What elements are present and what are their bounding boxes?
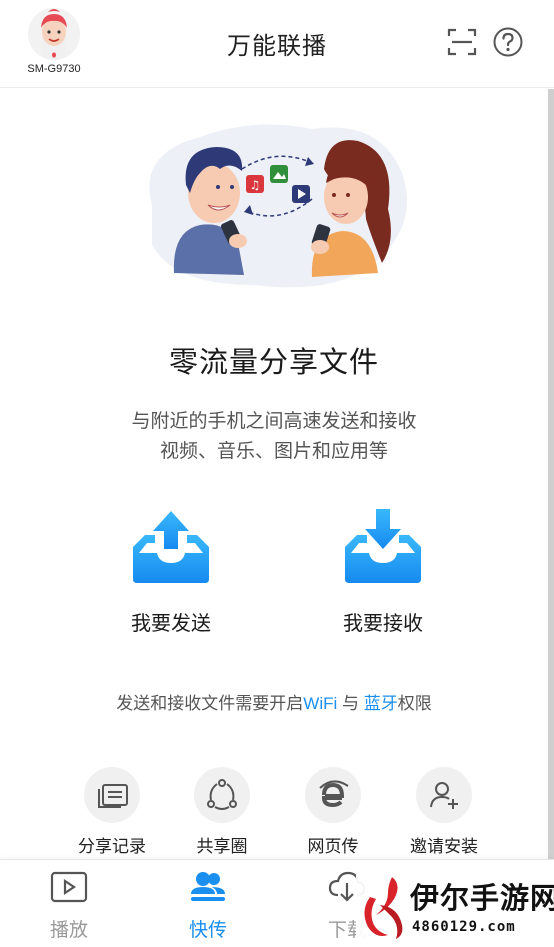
wifi-link[interactable]: WiFi bbox=[303, 694, 337, 713]
watermark-title: 伊尔手游网 bbox=[410, 883, 554, 915]
svg-text:♫: ♫ bbox=[250, 178, 261, 192]
headline: 零流量分享文件 bbox=[168, 347, 379, 379]
scrollbar[interactable] bbox=[548, 89, 554, 859]
watermark: 伊尔手游网 4860129.com bbox=[356, 869, 554, 947]
play-icon bbox=[50, 871, 88, 903]
receive-button[interactable]: 我要接收 bbox=[313, 507, 453, 636]
quick-transfer-icon bbox=[191, 872, 225, 901]
permission-mid: 与 bbox=[337, 694, 364, 713]
nav-item-play[interactable]: 播放 bbox=[19, 870, 119, 942]
description: 与附近的手机之间高速发送和接收 视频、音乐、图片和应用等 bbox=[0, 407, 548, 467]
send-label: 我要发送 bbox=[131, 613, 211, 635]
invite-install-icon bbox=[430, 782, 458, 809]
upload-tray-icon bbox=[133, 511, 209, 583]
top-bar: SM-G9730 万能联播 bbox=[0, 0, 554, 88]
web-transfer-icon bbox=[319, 780, 349, 808]
share-history-button[interactable]: 分享记录 bbox=[62, 767, 162, 857]
nav-label: 快传 bbox=[188, 920, 227, 941]
scan-icon[interactable] bbox=[446, 26, 478, 58]
tool-label: 网页传 bbox=[307, 837, 359, 856]
bluetooth-link[interactable]: 蓝牙 bbox=[364, 694, 398, 713]
send-button[interactable]: 我要发送 bbox=[101, 507, 241, 636]
tool-label: 邀请安装 bbox=[410, 837, 478, 856]
description-line-2: 视频、音乐、图片和应用等 bbox=[159, 441, 388, 462]
invite-install-button[interactable]: 邀请安装 bbox=[394, 767, 494, 857]
watermark-url: 4860129.com bbox=[412, 919, 516, 935]
permission-notice: 发送和接收文件需要开启WiFi 与 蓝牙权限 bbox=[0, 689, 548, 714]
permission-prefix: 发送和接收文件需要开启 bbox=[116, 694, 304, 713]
tool-label: 分享记录 bbox=[78, 837, 146, 856]
watermark-logo-icon bbox=[364, 877, 403, 939]
share-history-icon bbox=[98, 784, 128, 808]
tool-row: 分享记录 共享圈 网页传 邀请安装 bbox=[0, 767, 548, 859]
nav-item-quick-transfer[interactable]: 快传 bbox=[158, 870, 258, 942]
permission-suffix: 权限 bbox=[397, 694, 432, 713]
share-circle-button[interactable]: 共享圈 bbox=[172, 767, 272, 857]
download-tray-icon bbox=[345, 509, 421, 583]
main-content: ♫ 零流量分享文件 与附近的手机之间高速发送和接收 视频、音乐、图片和应用等 我… bbox=[0, 89, 548, 859]
description-line-1: 与附近的手机之间高速发送和接收 bbox=[131, 411, 417, 432]
device-name: SM-G9730 bbox=[27, 63, 81, 75]
share-circle-icon bbox=[207, 779, 237, 810]
help-icon[interactable] bbox=[492, 26, 524, 58]
nav-label: 播放 bbox=[49, 920, 88, 941]
receive-label: 我要接收 bbox=[343, 613, 423, 635]
web-transfer-button[interactable]: 网页传 bbox=[283, 767, 383, 857]
tool-label: 共享圈 bbox=[196, 837, 248, 856]
hero-illustration: ♫ bbox=[134, 113, 414, 289]
